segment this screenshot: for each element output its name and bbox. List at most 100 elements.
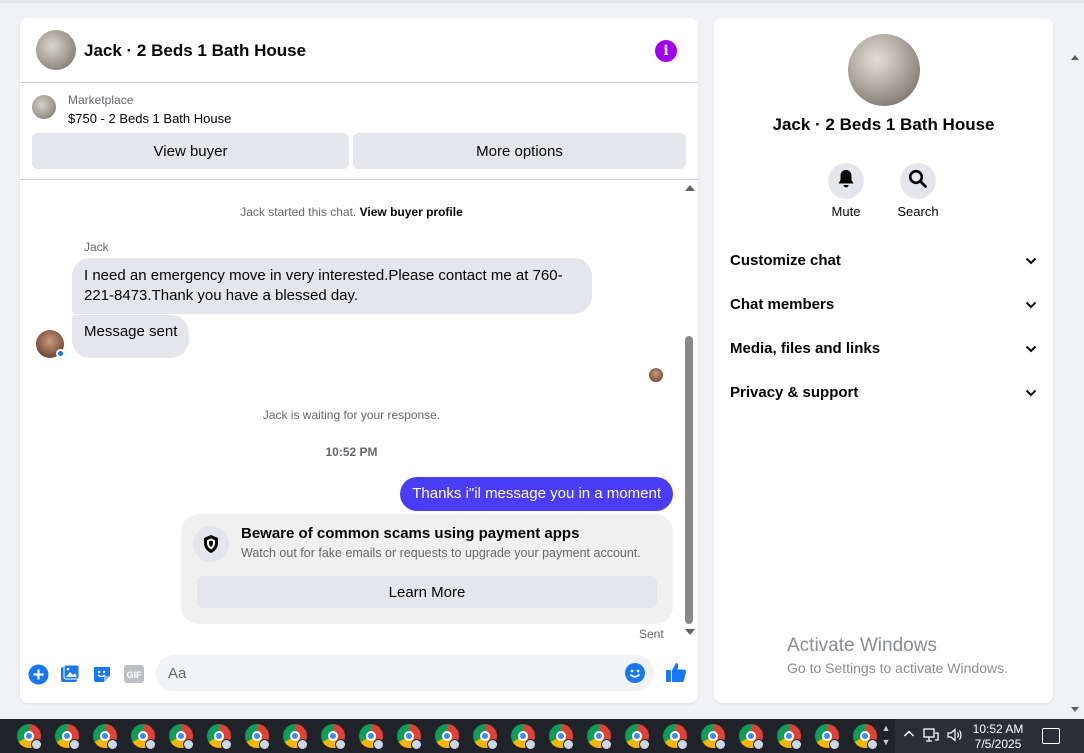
message-scrollbar[interactable] xyxy=(683,181,697,643)
chrome-taskbar-icon[interactable] xyxy=(352,719,390,753)
section-label: Customize chat xyxy=(730,251,841,269)
conversation-name: Jack · 2 Beds 1 Bath House xyxy=(772,115,995,134)
mute-label: Mute xyxy=(831,204,861,219)
chrome-taskbar-icon[interactable] xyxy=(542,719,580,753)
chrome-taskbar-icon[interactable] xyxy=(276,719,314,753)
online-dot xyxy=(56,349,65,358)
chevron-down-icon xyxy=(1025,384,1037,401)
learn-more-button[interactable]: Learn More xyxy=(197,576,657,608)
chrome-taskbar-icon[interactable] xyxy=(618,719,656,753)
section-customize-chat[interactable]: Customize chat xyxy=(730,248,1037,272)
chrome-taskbar-icon[interactable] xyxy=(656,719,694,753)
sender-avatar[interactable] xyxy=(36,330,65,358)
chevron-down-icon xyxy=(1025,296,1037,313)
chat-header: Jack · 2 Beds 1 Bath House i xyxy=(20,18,698,83)
view-buyer-button[interactable]: View buyer xyxy=(32,133,349,169)
activate-windows-watermark: Activate Windows Go to Settings to activ… xyxy=(787,635,1008,676)
search-icon xyxy=(908,169,928,194)
chrome-taskbar-icon[interactable] xyxy=(846,719,884,753)
chat-panel: Jack · 2 Beds 1 Bath House i Marketplace… xyxy=(20,18,698,703)
watermark-title: Activate Windows xyxy=(787,635,937,656)
message-input[interactable]: Aa xyxy=(156,655,654,691)
sent-status: Sent xyxy=(639,627,664,641)
tray-icons xyxy=(903,728,963,745)
scroll-thumb[interactable] xyxy=(685,336,693,624)
gif-label: GIF xyxy=(127,670,143,680)
waiting-notice: Jack is waiting for your response. xyxy=(262,408,441,422)
chrome-taskbar-icon[interactable] xyxy=(48,719,86,753)
section-privacy-support[interactable]: Privacy & support xyxy=(730,380,1037,404)
page-scroll-down-icon[interactable] xyxy=(1071,707,1079,712)
chrome-taskbar-icon[interactable] xyxy=(10,719,48,753)
section-chat-members[interactable]: Chat members xyxy=(730,292,1037,316)
chrome-taskbar-icon[interactable] xyxy=(428,719,466,753)
taskbar-apps xyxy=(10,719,884,753)
chrome-taskbar-icon[interactable] xyxy=(314,719,352,753)
chrome-taskbar-icon[interactable] xyxy=(504,719,542,753)
taskbar-scroll-arrows-icon[interactable]: ▲ ▼ xyxy=(880,721,892,751)
view-buyer-profile-link[interactable]: View buyer profile xyxy=(360,205,463,219)
listing-thumbnail[interactable] xyxy=(32,95,56,119)
scroll-down-arrow-icon[interactable] xyxy=(685,629,695,635)
incoming-message[interactable]: Message sent xyxy=(72,315,190,358)
chrome-taskbar-icon[interactable] xyxy=(770,719,808,753)
top-border xyxy=(0,0,1084,3)
page-scroll-up-icon[interactable] xyxy=(1071,55,1079,60)
chrome-taskbar-icon[interactable] xyxy=(390,719,428,753)
chrome-taskbar-icon[interactable] xyxy=(808,719,846,753)
mute-button[interactable] xyxy=(828,163,864,199)
chevron-down-icon xyxy=(1025,252,1037,269)
more-options-button[interactable]: More options xyxy=(353,133,686,169)
info-icon[interactable]: i xyxy=(655,40,677,62)
section-label: Chat members xyxy=(730,295,835,313)
sticker-icon[interactable] xyxy=(91,663,113,685)
chrome-taskbar-icon[interactable] xyxy=(732,719,770,753)
section-label: Privacy & support xyxy=(730,383,859,401)
network-icon[interactable] xyxy=(923,728,939,745)
chrome-taskbar-icon[interactable] xyxy=(238,719,276,753)
chat-started-notice: Jack started this chat. View buyer profi… xyxy=(20,205,683,219)
chat-avatar[interactable] xyxy=(36,30,76,70)
chrome-taskbar-icon[interactable] xyxy=(86,719,124,753)
chrome-taskbar-icon[interactable] xyxy=(162,719,200,753)
chrome-taskbar-icon[interactable] xyxy=(580,719,618,753)
warning-subtitle: Watch out for fake emails or requests to… xyxy=(241,546,641,560)
clock-date: 7/5/2025 xyxy=(974,737,1022,751)
thumbs-up-icon[interactable] xyxy=(665,661,687,683)
notification-center-icon[interactable] xyxy=(1042,728,1060,744)
chrome-taskbar-icon[interactable] xyxy=(466,719,504,753)
gif-icon[interactable]: GIF xyxy=(123,663,145,685)
section-label: Media, files and links xyxy=(730,339,881,357)
clock-time: 10:52 AM xyxy=(972,722,1024,736)
image-icon[interactable] xyxy=(59,663,81,685)
marketplace-label: Marketplace xyxy=(68,93,134,107)
system-clock[interactable]: 10:52 AM 7/5/2025 xyxy=(965,722,1031,752)
chat-title[interactable]: Jack · 2 Beds 1 Bath House xyxy=(84,41,306,61)
sender-name: Jack xyxy=(84,240,109,254)
plus-icon[interactable] xyxy=(27,663,49,685)
chevron-down-icon xyxy=(1025,340,1037,357)
chrome-taskbar-icon[interactable] xyxy=(694,719,732,753)
chevron-up-icon[interactable] xyxy=(903,728,915,745)
system-tray: 10:52 AM 7/5/2025 xyxy=(895,719,1084,753)
watermark-subtitle: Go to Settings to activate Windows. xyxy=(787,660,1008,676)
marketplace-listing: Marketplace $750 - 2 Beds 1 Bath House V… xyxy=(20,84,698,180)
message-timestamp: 10:52 PM xyxy=(325,445,378,459)
emoji-icon[interactable] xyxy=(625,663,645,683)
bell-icon xyxy=(837,169,855,194)
chrome-taskbar-icon[interactable] xyxy=(200,719,238,753)
chrome-taskbar-icon[interactable] xyxy=(124,719,162,753)
message-composer: GIF Aa xyxy=(20,650,698,703)
section-media-files-links[interactable]: Media, files and links xyxy=(730,336,1037,360)
listing-title[interactable]: $750 - 2 Beds 1 Bath House xyxy=(68,111,231,126)
search-button[interactable] xyxy=(900,163,936,199)
scam-warning-card: Beware of common scams using payment app… xyxy=(181,514,673,624)
windows-taskbar: ▲ ▼ 10:52 AM 7/5/2025 xyxy=(0,719,1084,753)
chat-started-text: Jack started this chat. xyxy=(240,205,357,219)
outgoing-message[interactable]: Thanks i"il message you in a moment xyxy=(400,477,673,511)
search-label: Search xyxy=(897,204,939,219)
scroll-up-arrow-icon[interactable] xyxy=(685,185,695,191)
incoming-message[interactable]: I need an emergency move in very interes… xyxy=(72,258,592,314)
volume-icon[interactable] xyxy=(947,728,963,745)
conversation-avatar[interactable] xyxy=(848,34,920,106)
